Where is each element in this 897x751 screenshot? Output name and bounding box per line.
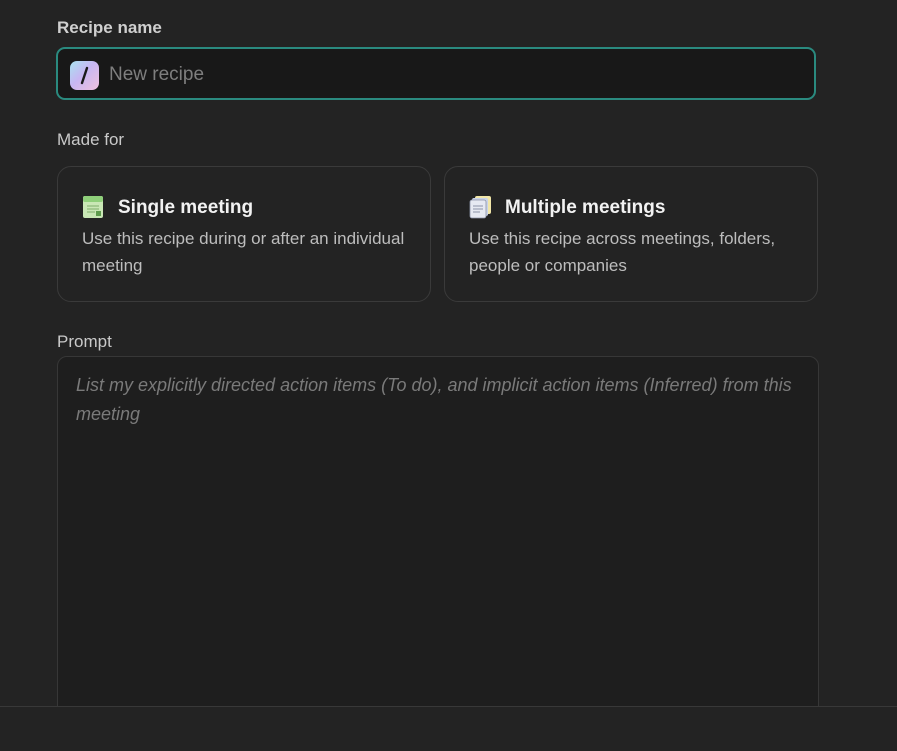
single-meeting-title: Single meeting: [118, 197, 254, 218]
note-icon: [82, 195, 104, 219]
recipe-name-label: Recipe name: [57, 18, 162, 37]
recipe-name-input[interactable]: [107, 49, 801, 100]
made-for-label: Made for: [57, 130, 125, 149]
multiple-meetings-title: Multiple meetings: [505, 197, 666, 218]
single-meeting-option[interactable]: Single meeting Use this recipe during or…: [57, 166, 431, 302]
prompt-label: Prompt: [57, 332, 112, 351]
single-meeting-description: Use this recipe during or after an indiv…: [82, 229, 405, 275]
prompt-textarea[interactable]: [57, 356, 819, 716]
bottom-bar: [0, 706, 897, 751]
stacked-notes-icon: [469, 195, 491, 219]
recipe-name-field[interactable]: [56, 47, 816, 100]
recipe-editor: Recipe name Made for Single meeting Use …: [0, 0, 897, 751]
recipe-slash-icon[interactable]: [70, 61, 99, 90]
multiple-meetings-option[interactable]: Multiple meetings Use this recipe across…: [444, 166, 818, 302]
multiple-meetings-description: Use this recipe across meetings, folders…: [469, 229, 776, 275]
